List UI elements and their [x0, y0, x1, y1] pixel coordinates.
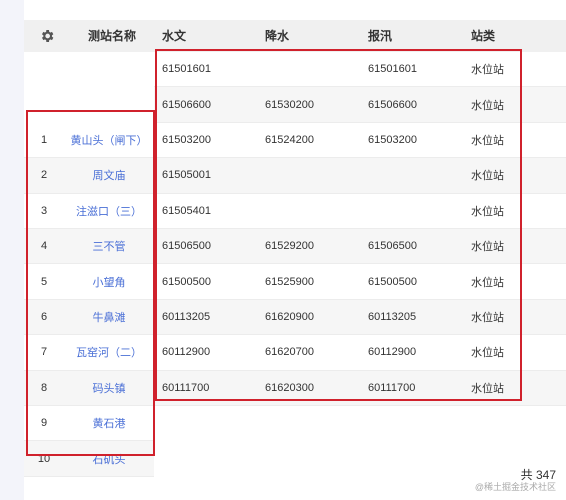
table-row: 2 周文庙	[24, 158, 154, 194]
table-row: 6 牛鼻滩	[24, 299, 154, 336]
watermark: @稀土掘金技术社区	[474, 482, 556, 492]
type-cell: 水位站	[471, 382, 504, 395]
type-cell: 水位站	[471, 276, 504, 289]
row-index: 10	[37, 452, 51, 465]
type-cell: 水位站	[471, 311, 504, 324]
table-row: 61505001 水位站	[154, 158, 566, 194]
hydrology-cell: 61505001	[162, 169, 211, 182]
rainfall-cell: 61529200	[265, 240, 314, 253]
type-cell: 水位站	[471, 134, 504, 147]
hydrology-cell: 60113205	[162, 310, 211, 323]
table-row: 8 码头镇	[24, 370, 154, 406]
report-cell: 60113205	[368, 310, 417, 323]
station-name-link[interactable]: 周文庙	[64, 158, 154, 192]
station-name-link[interactable]	[64, 52, 154, 87]
report-cell: 61501601	[368, 63, 417, 76]
table-row: 61501601 61501601 水位站	[154, 52, 566, 88]
table-row	[24, 52, 154, 87]
type-cell: 水位站	[471, 205, 504, 218]
rainfall-cell: 61525900	[265, 275, 314, 288]
gear-icon[interactable]	[36, 25, 58, 47]
table-row: 61505401 水位站	[154, 194, 566, 229]
column-header-report[interactable]: 报汛	[368, 20, 392, 52]
table-row: 5 小望角	[24, 264, 154, 300]
station-name-link[interactable]: 码头镇	[64, 371, 154, 405]
table-row	[24, 87, 154, 122]
table-row: 60111700 61620300 60111700 水位站	[154, 370, 566, 406]
row-index: 9	[40, 417, 48, 430]
table-row: 61506500 61529200 61506500 水位站	[154, 229, 566, 265]
hydrology-cell: 61500500	[162, 275, 211, 288]
row-index: 2	[40, 169, 48, 182]
row-index: 7	[40, 346, 48, 359]
column-header-station-name[interactable]: 测站名称	[88, 20, 136, 52]
rainfall-cell: 61524200	[265, 133, 314, 146]
table-row: 60112900 61620700 60112900 水位站	[154, 335, 566, 371]
row-index	[24, 87, 64, 122]
station-name-link[interactable]: 小望角	[64, 264, 154, 298]
table-row: 61500500 61525900 61500500 水位站	[154, 264, 566, 300]
type-cell: 水位站	[471, 99, 504, 112]
table-row: 60113205 61620900 60113205 水位站	[154, 299, 566, 336]
hydrology-cell: 61506600	[162, 98, 211, 111]
report-cell: 60112900	[368, 346, 417, 359]
hydrology-cell: 60111700	[162, 381, 210, 394]
rainfall-cell: 61530200	[265, 98, 314, 111]
station-name-link[interactable]: 注滋口（三）	[64, 194, 154, 228]
report-cell: 61506600	[368, 98, 417, 111]
type-cell: 水位站	[471, 241, 504, 254]
row-index: 3	[40, 204, 48, 217]
table-row: 4 三不管	[24, 229, 154, 265]
hydrology-cell: 60112900	[162, 346, 211, 359]
hydrology-cell: 61506500	[162, 240, 211, 253]
row-index: 4	[40, 240, 48, 253]
table-row: 7 瓦窑河（二）	[24, 335, 154, 371]
column-header-rainfall[interactable]: 降水	[265, 20, 289, 52]
station-name-link[interactable]: 瓦窑河（二）	[64, 335, 154, 369]
station-name-link[interactable]: 牛鼻滩	[64, 300, 154, 334]
station-name-link[interactable]: 黄石港	[64, 406, 154, 440]
table-row: 3 注滋口（三）	[24, 194, 154, 229]
hydrology-cell: 61505401	[162, 204, 211, 217]
table-header: 测站名称 水文 降水 报汛 站类	[24, 20, 566, 52]
type-cell: 水位站	[471, 64, 504, 77]
station-name-link[interactable]: 石矶头	[64, 441, 154, 475]
report-cell: 61506500	[368, 240, 417, 253]
table-row: 10 石矶头	[24, 441, 154, 477]
row-index: 1	[40, 133, 48, 146]
station-table: 测站名称 水文 降水 报汛 站类 1 黄山头（闸下） 2 周文庙 3 注滋口（三） 4 三不管…	[24, 0, 566, 500]
column-header-station-type[interactable]: 站类	[471, 20, 495, 52]
rainfall-cell: 61620900	[265, 310, 314, 323]
station-name-link[interactable]: 黄山头（闸下）	[64, 123, 154, 157]
column-header-hydrology[interactable]: 水文	[162, 20, 186, 52]
table-row: 61506600 61530200 61506600 水位站	[154, 87, 566, 123]
station-name-link[interactable]	[64, 87, 154, 122]
table-row: 61503200 61524200 61503200 水位站	[154, 123, 566, 159]
station-name-link[interactable]: 三不管	[64, 229, 154, 263]
hydrology-cell: 61501601	[162, 63, 211, 76]
row-index: 6	[40, 310, 48, 323]
table-row: 1 黄山头（闸下）	[24, 123, 154, 159]
hydrology-cell: 61503200	[162, 133, 211, 146]
report-cell: 60111700	[368, 381, 416, 394]
row-index	[24, 52, 64, 87]
table-row: 9 黄石港	[24, 406, 154, 442]
row-index: 8	[40, 381, 48, 394]
rainfall-cell: 61620700	[265, 346, 314, 359]
row-index: 5	[40, 275, 48, 288]
type-cell: 水位站	[471, 170, 504, 183]
report-cell: 61500500	[368, 275, 417, 288]
rainfall-cell: 61620300	[265, 381, 314, 394]
type-cell: 水位站	[471, 347, 504, 360]
report-cell: 61503200	[368, 133, 417, 146]
